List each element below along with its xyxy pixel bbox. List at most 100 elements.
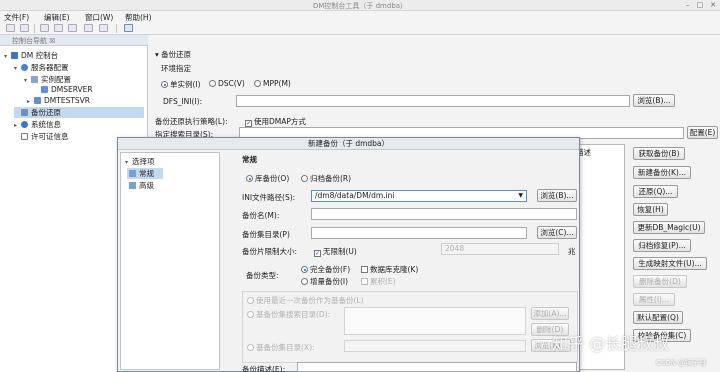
config-button[interactable]: 配置(E) xyxy=(687,126,718,139)
refresh-icon[interactable] xyxy=(68,24,77,32)
unlimited-checkbox[interactable]: ✓ 无限制(U) xyxy=(314,246,357,257)
tree-node-dmserver[interactable]: DMSERVER xyxy=(34,85,93,94)
navigator-tab-label: 控制台导航 ☒ xyxy=(12,37,56,45)
restore-button[interactable]: 还原(Q)... xyxy=(633,185,678,198)
watermark-zhihu: 知乎 @长腿叔叔 xyxy=(552,334,670,353)
toolbar-separator xyxy=(116,24,117,33)
expand-arrow-icon[interactable]: ▾ xyxy=(14,65,21,72)
radio-icon xyxy=(301,278,308,285)
menu-bar: 文件(F) 编辑(E) 窗口(W) 帮助(H) xyxy=(0,11,720,22)
tree-node-dmtestsvr[interactable]: ▸ DMTESTSVR xyxy=(27,96,90,105)
dfs-ini-label: DFS_INI(I): xyxy=(163,97,203,106)
tree-node-instance-config[interactable]: ▾ 实例配置 xyxy=(24,74,71,85)
minimize-icon[interactable]: – xyxy=(686,1,690,9)
strategy-label: 备份还原执行策略(L): xyxy=(155,117,228,126)
backup-set-browse-button[interactable]: 浏览(C)... xyxy=(537,226,577,239)
server-config-icon xyxy=(21,64,28,71)
expand-arrow-icon[interactable]: ▸ xyxy=(27,98,34,105)
radio-label: 完全备份(F) xyxy=(310,265,351,274)
mode-single-instance[interactable]: 单实例(I) xyxy=(161,79,201,90)
size-limit-field[interactable]: 2048 xyxy=(441,243,559,255)
tree-node-label: 许可证信息 xyxy=(31,132,69,141)
incr-backup-radio[interactable]: 增量备份(I) xyxy=(301,276,348,287)
tree-node-server-config[interactable]: ▾ 服务器配置 xyxy=(14,62,69,73)
expand-arrow-icon[interactable]: ▾ xyxy=(4,53,11,60)
tree-node-label: 服务器配置 xyxy=(31,63,69,72)
tree-node-backup-restore[interactable]: 备份还原 xyxy=(14,107,144,118)
recover-button[interactable]: 恢复(H) xyxy=(633,203,668,216)
nav-forward-icon[interactable] xyxy=(99,24,108,32)
tree-node-system-info[interactable]: ▸ 系统信息 xyxy=(14,119,61,130)
db-backup-radio[interactable]: 库备份(O) xyxy=(246,173,289,184)
base-search-dir-list[interactable] xyxy=(344,307,526,335)
cumulative-checkbox[interactable]: 累积(E) xyxy=(361,276,396,287)
forward-icon[interactable] xyxy=(54,24,63,32)
save-all-icon[interactable] xyxy=(20,24,29,32)
db-mirror-checkbox[interactable]: 数据库克隆(K) xyxy=(361,264,418,275)
checkbox-label: 累积(E) xyxy=(370,277,396,286)
update-db-magic-button[interactable]: 更新DB_Magic(U) xyxy=(633,221,705,234)
radio-icon xyxy=(301,175,308,182)
expand-arrow-icon[interactable]: ▸ xyxy=(14,122,21,129)
dialog-nav-general[interactable]: 常规 xyxy=(127,168,163,179)
backup-name-field[interactable] xyxy=(311,208,577,220)
navigator-tab[interactable]: 控制台导航 ☒ xyxy=(0,35,148,46)
delete-backup-button[interactable]: 删除备份(D) xyxy=(633,275,687,288)
dialog-nav-header: ▾ 选择项 xyxy=(125,156,155,167)
size-limit-value: 2048 xyxy=(445,244,465,253)
console-icon xyxy=(11,52,18,59)
tree-node-label: DMTESTSVR xyxy=(44,96,91,105)
maximize-icon[interactable]: □ xyxy=(697,1,704,9)
base-set-dir-radio[interactable]: 基备份集目录(X): xyxy=(247,342,315,353)
license-icon xyxy=(21,133,28,140)
radio-label: 单实例(I) xyxy=(170,80,201,89)
close-icon[interactable]: ✕ xyxy=(710,1,716,9)
ini-browse-button[interactable]: 浏览(B)... xyxy=(537,189,577,202)
tree-node-license-info[interactable]: 许可证信息 xyxy=(14,131,69,142)
ini-path-field[interactable]: /dm8/data/DM/dm.ini ▼ xyxy=(311,190,527,202)
use-dmap-checkbox[interactable]: ✓ 使用DMAP方式 xyxy=(245,116,306,127)
add-dir-button[interactable]: 添加(A)... xyxy=(531,307,569,320)
full-backup-radio[interactable]: 完全备份(F) xyxy=(301,264,350,275)
mode-dsc[interactable]: DSC(V) xyxy=(209,79,245,88)
dfs-ini-field[interactable] xyxy=(236,95,630,107)
checkbox-icon: ✓ xyxy=(314,250,321,257)
checkbox-icon xyxy=(361,266,368,273)
tree-node-label: DM 控制台 xyxy=(21,51,59,60)
window-controls: – □ ✕ xyxy=(686,1,716,9)
backup-set-dir-field[interactable] xyxy=(311,227,527,239)
properties-button[interactable]: 属性(I)... xyxy=(633,293,675,306)
base-set-dir-field[interactable] xyxy=(344,340,526,352)
archive-backup-radio[interactable]: 归档备份(R) xyxy=(301,173,351,184)
radio-icon xyxy=(209,80,216,87)
radio-label: MPP(M) xyxy=(263,79,291,88)
base-search-dir-radio[interactable]: 基备份集搜索目录(D): xyxy=(247,309,330,320)
archive-repair-button[interactable]: 归档修复(P)... xyxy=(633,239,691,252)
get-backup-button[interactable]: 获取备份(B) xyxy=(633,147,685,160)
save-icon[interactable] xyxy=(6,24,15,32)
database-icon xyxy=(41,86,48,93)
tree-node-label: DMSERVER xyxy=(51,85,93,94)
window-title: DM控制台工具（于 dmdba） xyxy=(312,2,408,10)
dropdown-arrow-icon[interactable]: ▼ xyxy=(518,191,523,201)
new-backup-button[interactable]: 新建备份(K)... xyxy=(633,166,691,179)
generate-map-file-button[interactable]: 生成映射文件(U)... xyxy=(633,257,707,270)
tree-node-dm-console[interactable]: ▾ DM 控制台 xyxy=(4,50,58,61)
nav-icon[interactable] xyxy=(84,24,93,32)
dialog-nav-advanced[interactable]: 高级 xyxy=(127,180,154,191)
toolbar-separator xyxy=(34,24,35,33)
expand-arrow-icon[interactable]: ▾ xyxy=(24,77,31,84)
info-icon xyxy=(21,121,28,128)
mode-mpp[interactable]: MPP(M) xyxy=(254,79,291,88)
tree-node-label: 备份还原 xyxy=(31,108,61,117)
radio-icon xyxy=(254,80,261,87)
back-icon[interactable] xyxy=(40,24,49,32)
dfs-browse-button[interactable]: 浏览(B)... xyxy=(633,94,675,107)
tree-node-label: 系统信息 xyxy=(31,120,61,129)
home-icon[interactable] xyxy=(124,24,133,32)
size-unit-label: 兆 xyxy=(568,247,576,256)
use-last-backup-radio[interactable]: 使用最近一次备份作为基备份(L) xyxy=(247,295,364,306)
default-config-button[interactable]: 默认配置(Q) xyxy=(633,311,683,324)
backup-desc-field[interactable] xyxy=(297,362,577,372)
radio-label: 基备份集目录(X): xyxy=(256,343,315,352)
